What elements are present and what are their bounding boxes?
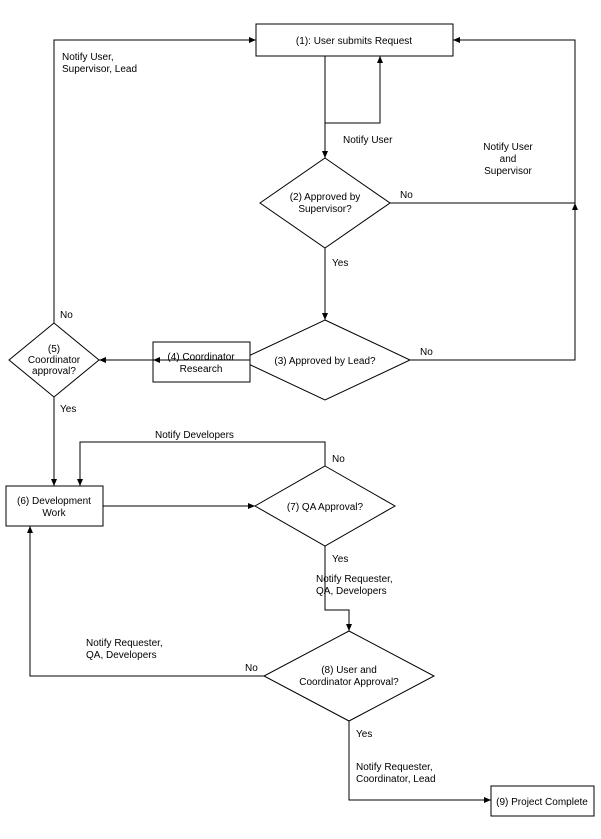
edge-notify-user-loop	[325, 56, 380, 123]
label-notify-rqd-a1: Notify Requester,	[316, 574, 393, 585]
label-notify-rqd-b1: Notify Requester,	[86, 638, 163, 649]
node-8-label-2: Coordinator Approval?	[299, 677, 399, 688]
label-8-yes: Yes	[356, 729, 372, 740]
node-3-diamond: (3) Approved by Lead?	[240, 320, 410, 400]
label-7-yes: Yes	[332, 554, 348, 565]
label-5-no: No	[60, 310, 73, 321]
label-3-no: No	[420, 347, 433, 358]
flowchart: (1): User submits Request (2) Approved b…	[0, 0, 601, 839]
label-notify-rcl-2: Coordinator, Lead	[356, 774, 436, 785]
node-4-label-2: Research	[180, 364, 223, 375]
node-7-label: (7) QA Approval?	[287, 502, 364, 513]
node-4-label-1: (4) Coordinator	[167, 352, 235, 363]
node-2-label-2: Supervisor?	[298, 204, 352, 215]
label-notify-user-supervisor-3: Supervisor	[484, 166, 532, 177]
edge-7-no	[80, 442, 325, 486]
label-notify-usl-2: Supervisor, Lead	[62, 64, 137, 75]
label-8-no: No	[245, 663, 258, 674]
node-8-label-1: (8) User and	[321, 665, 377, 676]
label-notify-usl-1: Notify User,	[62, 52, 114, 63]
edge-5-no	[54, 40, 256, 323]
node-5-diamond: (5) Coordinator approval?	[9, 323, 99, 397]
label-notify-dev: Notify Developers	[155, 430, 234, 441]
label-notify-user-supervisor-1: Notify User	[483, 142, 533, 153]
node-6-label-2: Work	[42, 508, 66, 519]
edge-2-no	[390, 40, 575, 203]
label-7-no: No	[332, 454, 345, 465]
label-notify-rqd-a2: QA, Developers	[316, 586, 387, 597]
node-1-label: (1): User submits Request	[296, 36, 412, 47]
node-7-diamond: (7) QA Approval?	[255, 466, 395, 546]
label-5-yes: Yes	[60, 404, 76, 415]
label-notify-user-supervisor-2: and	[500, 154, 517, 165]
node-9-label: (9) Project Complete	[496, 797, 588, 808]
node-8-diamond: (8) User and Coordinator Approval?	[264, 631, 434, 721]
node-3-label: (3) Approved by Lead?	[274, 356, 376, 367]
label-notify-rqd-b2: QA, Developers	[86, 650, 157, 661]
edge-3-no	[410, 203, 575, 360]
node-2-label-1: (2) Approved by	[290, 192, 361, 203]
label-2-no: No	[400, 190, 413, 201]
label-notify-user: Notify User	[343, 135, 393, 146]
node-5-label-2: Coordinator	[28, 355, 81, 366]
label-2-yes: Yes	[332, 258, 348, 269]
node-5-label-1: (5)	[48, 344, 60, 355]
label-notify-rcl-1: Notify Requester,	[356, 762, 433, 773]
node-2-diamond: (2) Approved by Supervisor?	[260, 158, 390, 248]
node-5-label-3: approval?	[32, 366, 76, 377]
node-6-label-1: (6) Development	[17, 496, 91, 507]
